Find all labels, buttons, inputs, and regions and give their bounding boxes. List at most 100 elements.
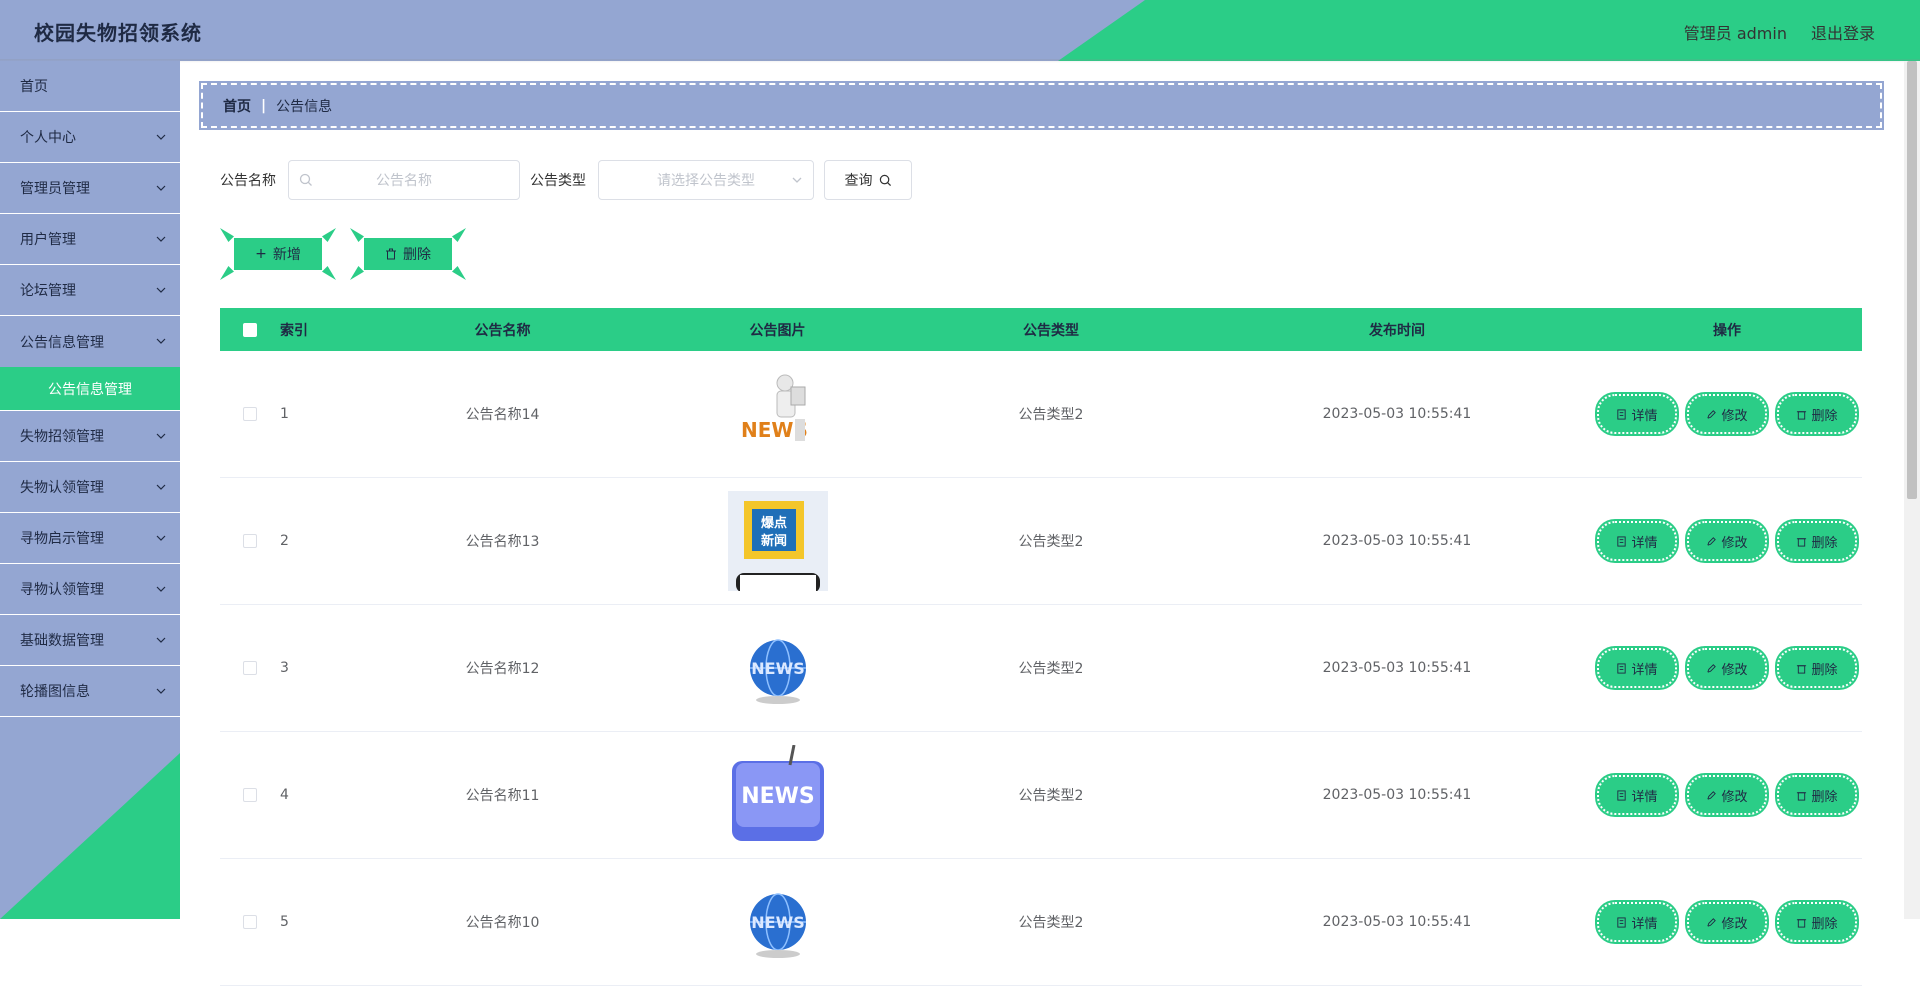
chevron-down-icon	[156, 433, 166, 439]
header-type: 公告类型	[1023, 322, 1079, 339]
sidebar-item-label: 轮播图信息	[20, 684, 90, 700]
trash-icon	[1797, 664, 1807, 674]
sidebar-item[interactable]: 失物招领管理	[0, 411, 180, 462]
select-all-checkbox[interactable]	[243, 322, 257, 337]
row-check-cell	[220, 407, 280, 421]
edit-button[interactable]: 修改	[1685, 900, 1769, 944]
sidebar-item[interactable]: 首页	[0, 61, 180, 112]
action-toolbar: + 新增 删除	[220, 228, 466, 280]
sidebar-item-label: 首页	[20, 79, 48, 95]
sidebar-item-label: 公告信息管理	[20, 334, 104, 351]
button-corner-decor	[220, 228, 234, 242]
detail-button[interactable]: 详情	[1595, 646, 1679, 690]
sidebar-decor-triangle	[0, 753, 180, 919]
row-checkbox[interactable]	[243, 788, 257, 802]
header-name: 公告名称	[474, 322, 531, 339]
table-row: 5 公告名称10 NEWS 公告类型2 2023-05-03 10:55:41 详情 修改 删…	[220, 859, 1862, 986]
search-icon	[299, 173, 312, 186]
sidebar-item[interactable]: 公告信息管理	[0, 316, 180, 367]
table-row: 1 公告名称14 NEWS 公告类型2 2023-05-03 10:55:41 详情 修改 删…	[220, 351, 1862, 478]
button-corner-decor	[452, 228, 466, 242]
chevron-down-icon	[156, 185, 166, 191]
svg-text:NEWS: NEWS	[751, 659, 805, 678]
row-index: 3	[280, 660, 289, 676]
chevron-down-icon	[156, 484, 166, 490]
sidebar-item[interactable]: 轮播图信息	[0, 666, 180, 717]
sidebar-item[interactable]: 寻物认领管理	[0, 564, 180, 615]
sidebar-subitem-active[interactable]: 公告信息管理	[0, 367, 180, 411]
query-button[interactable]: 查询	[824, 160, 912, 200]
sidebar-item[interactable]: 论坛管理	[0, 265, 180, 316]
row-time: 2023-05-03 10:55:41	[1322, 533, 1472, 549]
news-globe-thumb: NEWS	[728, 618, 828, 718]
table-row: 4 公告名称11 NEWS 公告类型2 2023-05-03 10:55:41 详情 修改 删…	[220, 732, 1862, 859]
detail-button[interactable]: 详情	[1595, 900, 1679, 944]
edit-label: 修改	[1721, 789, 1748, 805]
row-checkbox[interactable]	[243, 407, 257, 421]
row-time: 2023-05-03 10:55:41	[1322, 406, 1472, 422]
current-user-label[interactable]: 管理员 admin	[1684, 20, 1787, 44]
detail-button[interactable]: 详情	[1595, 773, 1679, 817]
row-checkbox[interactable]	[243, 915, 257, 929]
button-corner-decor	[322, 266, 336, 280]
svg-text:NEWS: NEWS	[751, 913, 805, 932]
row-type: 公告类型2	[1018, 915, 1084, 931]
delete-button[interactable]: 删除	[1775, 900, 1859, 944]
edit-button[interactable]: 修改	[1685, 392, 1769, 436]
batch-delete-button[interactable]: 删除	[350, 228, 466, 280]
row-name: 公告名称11	[465, 788, 540, 804]
edit-button[interactable]: 修改	[1685, 773, 1769, 817]
chevron-down-icon	[156, 236, 166, 242]
breadcrumb-current: 公告信息	[276, 98, 333, 115]
header-user-area: 管理员 admin 退出登录	[1684, 20, 1875, 44]
breadcrumb-home[interactable]: 首页	[223, 96, 251, 116]
svg-text:爆点: 爆点	[760, 515, 786, 531]
delete-button[interactable]: 删除	[1775, 646, 1859, 690]
edit-label: 修改	[1721, 662, 1748, 678]
sidebar-item[interactable]: 失物认领管理	[0, 462, 180, 513]
sidebar-item-label: 失物认领管理	[20, 480, 104, 496]
delete-button[interactable]: 删除	[1775, 392, 1859, 436]
sidebar-item-label: 寻物认领管理	[20, 582, 104, 598]
sidebar-item[interactable]: 管理员管理	[0, 163, 180, 214]
row-type: 公告类型2	[1018, 661, 1084, 677]
top-header: 校园失物招领系统 管理员 admin 退出登录	[0, 0, 1920, 61]
detail-label: 详情	[1631, 916, 1658, 932]
add-button-label: 新增	[272, 247, 301, 263]
row-checkbox[interactable]	[243, 534, 257, 548]
scrollbar-thumb[interactable]	[1907, 61, 1917, 499]
svg-text:NEWS: NEWS	[741, 784, 815, 809]
edit-button[interactable]: 修改	[1685, 646, 1769, 690]
search-icon	[879, 174, 891, 186]
row-check-cell	[220, 534, 280, 548]
delete-button-label: 删除	[403, 247, 431, 263]
chevron-down-icon	[156, 688, 166, 694]
name-search-input[interactable]: 公告名称	[288, 160, 520, 200]
row-index: 4	[280, 787, 289, 803]
button-corner-decor	[350, 266, 364, 280]
sidebar-item[interactable]: 个人中心	[0, 112, 180, 163]
detail-button[interactable]: 详情	[1595, 392, 1679, 436]
detail-button[interactable]: 详情	[1595, 519, 1679, 563]
edit-label: 修改	[1721, 408, 1748, 424]
detail-label: 详情	[1631, 662, 1658, 678]
vertical-scrollbar[interactable]	[1904, 61, 1920, 919]
add-button[interactable]: + 新增	[220, 228, 336, 280]
logout-link[interactable]: 退出登录	[1811, 20, 1875, 44]
sidebar-item-label: 论坛管理	[20, 283, 76, 299]
edit-button[interactable]: 修改	[1685, 519, 1769, 563]
table-row: 2 公告名称13 爆点 新闻 公告类型2 2023-05-03 10:55:41 详情 修改 删…	[220, 478, 1862, 605]
header-ops: 操作	[1713, 322, 1741, 339]
row-checkbox[interactable]	[243, 661, 257, 675]
sidebar-item[interactable]: 基础数据管理	[0, 615, 180, 666]
row-name: 公告名称13	[465, 534, 540, 550]
delete-button[interactable]: 删除	[1775, 773, 1859, 817]
edit-icon	[1707, 536, 1717, 546]
type-select[interactable]: 请选择公告类型	[598, 160, 814, 200]
sidebar-item[interactable]: 用户管理	[0, 214, 180, 265]
breaking-news-phone-thumb: 爆点 新闻	[727, 491, 828, 591]
sidebar-item[interactable]: 寻物启示管理	[0, 513, 180, 564]
row-name: 公告名称12	[465, 661, 540, 677]
delete-button[interactable]: 删除	[1775, 519, 1859, 563]
delete-label: 删除	[1811, 535, 1838, 551]
